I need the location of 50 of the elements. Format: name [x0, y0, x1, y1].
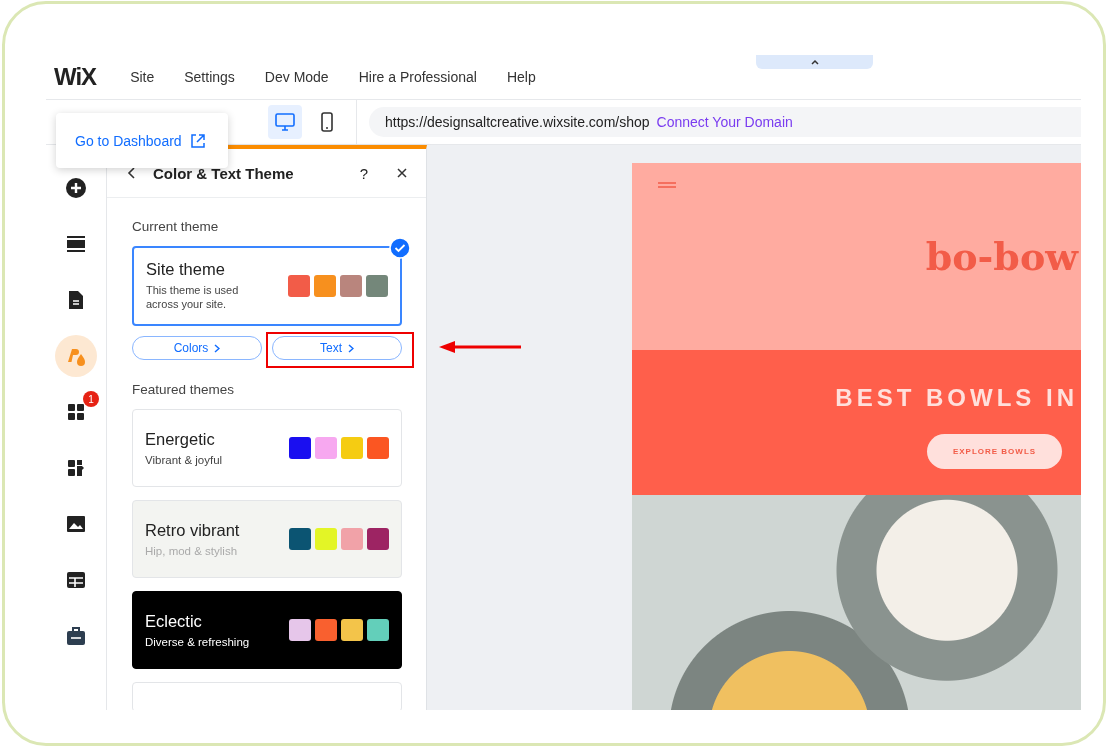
add-icon — [65, 177, 87, 199]
theme-name: Eclectic — [145, 612, 203, 631]
dashboard-link[interactable]: Go to Dashboard — [75, 132, 182, 149]
logo[interactable]: WiX — [46, 63, 97, 91]
theme-card[interactable]: Site theme This theme is used across your site. — [132, 246, 402, 326]
chevron-right-icon — [214, 343, 221, 353]
mobile-icon — [320, 111, 334, 133]
theme-card[interactable]: Retro vibrant Hip, mod & stylish — [132, 500, 402, 578]
sidebar-button[interactable]: 1 — [55, 391, 97, 433]
desktop-icon — [274, 112, 296, 132]
section-heading: Current theme — [132, 219, 220, 234]
chevron-right-icon — [348, 343, 354, 353]
theme-card[interactable]: Energetic Vibrant & joyful — [132, 409, 402, 487]
strip-icon — [65, 233, 87, 255]
theme-description: Vibrant & joyful — [145, 454, 224, 466]
panel-title: Color & Text Theme — [153, 164, 295, 182]
close-icon[interactable] — [396, 167, 408, 179]
menu-item[interactable]: Dev Mode — [264, 69, 329, 85]
text-button[interactable]: Text — [272, 336, 402, 360]
section-heading: Featured themes — [132, 382, 236, 397]
menu-item[interactable]: Settings — [184, 69, 235, 85]
check-icon — [389, 237, 411, 259]
colors-button[interactable]: Colors — [132, 336, 262, 360]
url-text: https://designsaltcreative.wixsite.com/shop — [385, 114, 650, 130]
theme-description: Hip, mod & stylish — [145, 545, 239, 557]
connect-domain-link[interactable]: Connect Your Domain — [656, 114, 793, 130]
theme-name: Retro vibrant — [145, 521, 241, 540]
site-logo: bo-bow — [925, 234, 1080, 279]
image-icon — [65, 513, 87, 535]
table-icon — [65, 569, 87, 591]
theme-description: Diverse & refreshing — [145, 636, 251, 648]
menu-item[interactable]: Help — [506, 69, 536, 85]
theme-description: This theme is used across your site. — [146, 284, 240, 312]
theme-name: Energetic — [145, 430, 216, 449]
theme-card[interactable]: Eclectic Diverse & refreshing — [132, 591, 402, 669]
back-icon[interactable] — [127, 166, 137, 180]
external-link-icon[interactable] — [189, 132, 206, 149]
collapse-handle[interactable] — [756, 55, 873, 69]
menu-item[interactable]: Hire a Professional — [358, 69, 477, 85]
notification-badge: 1 — [83, 391, 99, 407]
briefcase-icon — [65, 625, 87, 647]
theme-name: Site theme — [146, 260, 226, 280]
puzzle-icon — [65, 457, 87, 479]
site-headline: BEST BOWLS IN — [835, 384, 1079, 412]
url-bar[interactable]: https://designsaltcreative.wixsite.com/shop Connect Your Domain — [369, 107, 1081, 137]
help-button[interactable]: ? — [359, 164, 368, 182]
grid-icon — [65, 401, 87, 423]
menu-item[interactable]: Site — [130, 69, 155, 85]
desktop-button[interactable] — [268, 105, 302, 139]
chevron-up-icon — [809, 59, 820, 65]
